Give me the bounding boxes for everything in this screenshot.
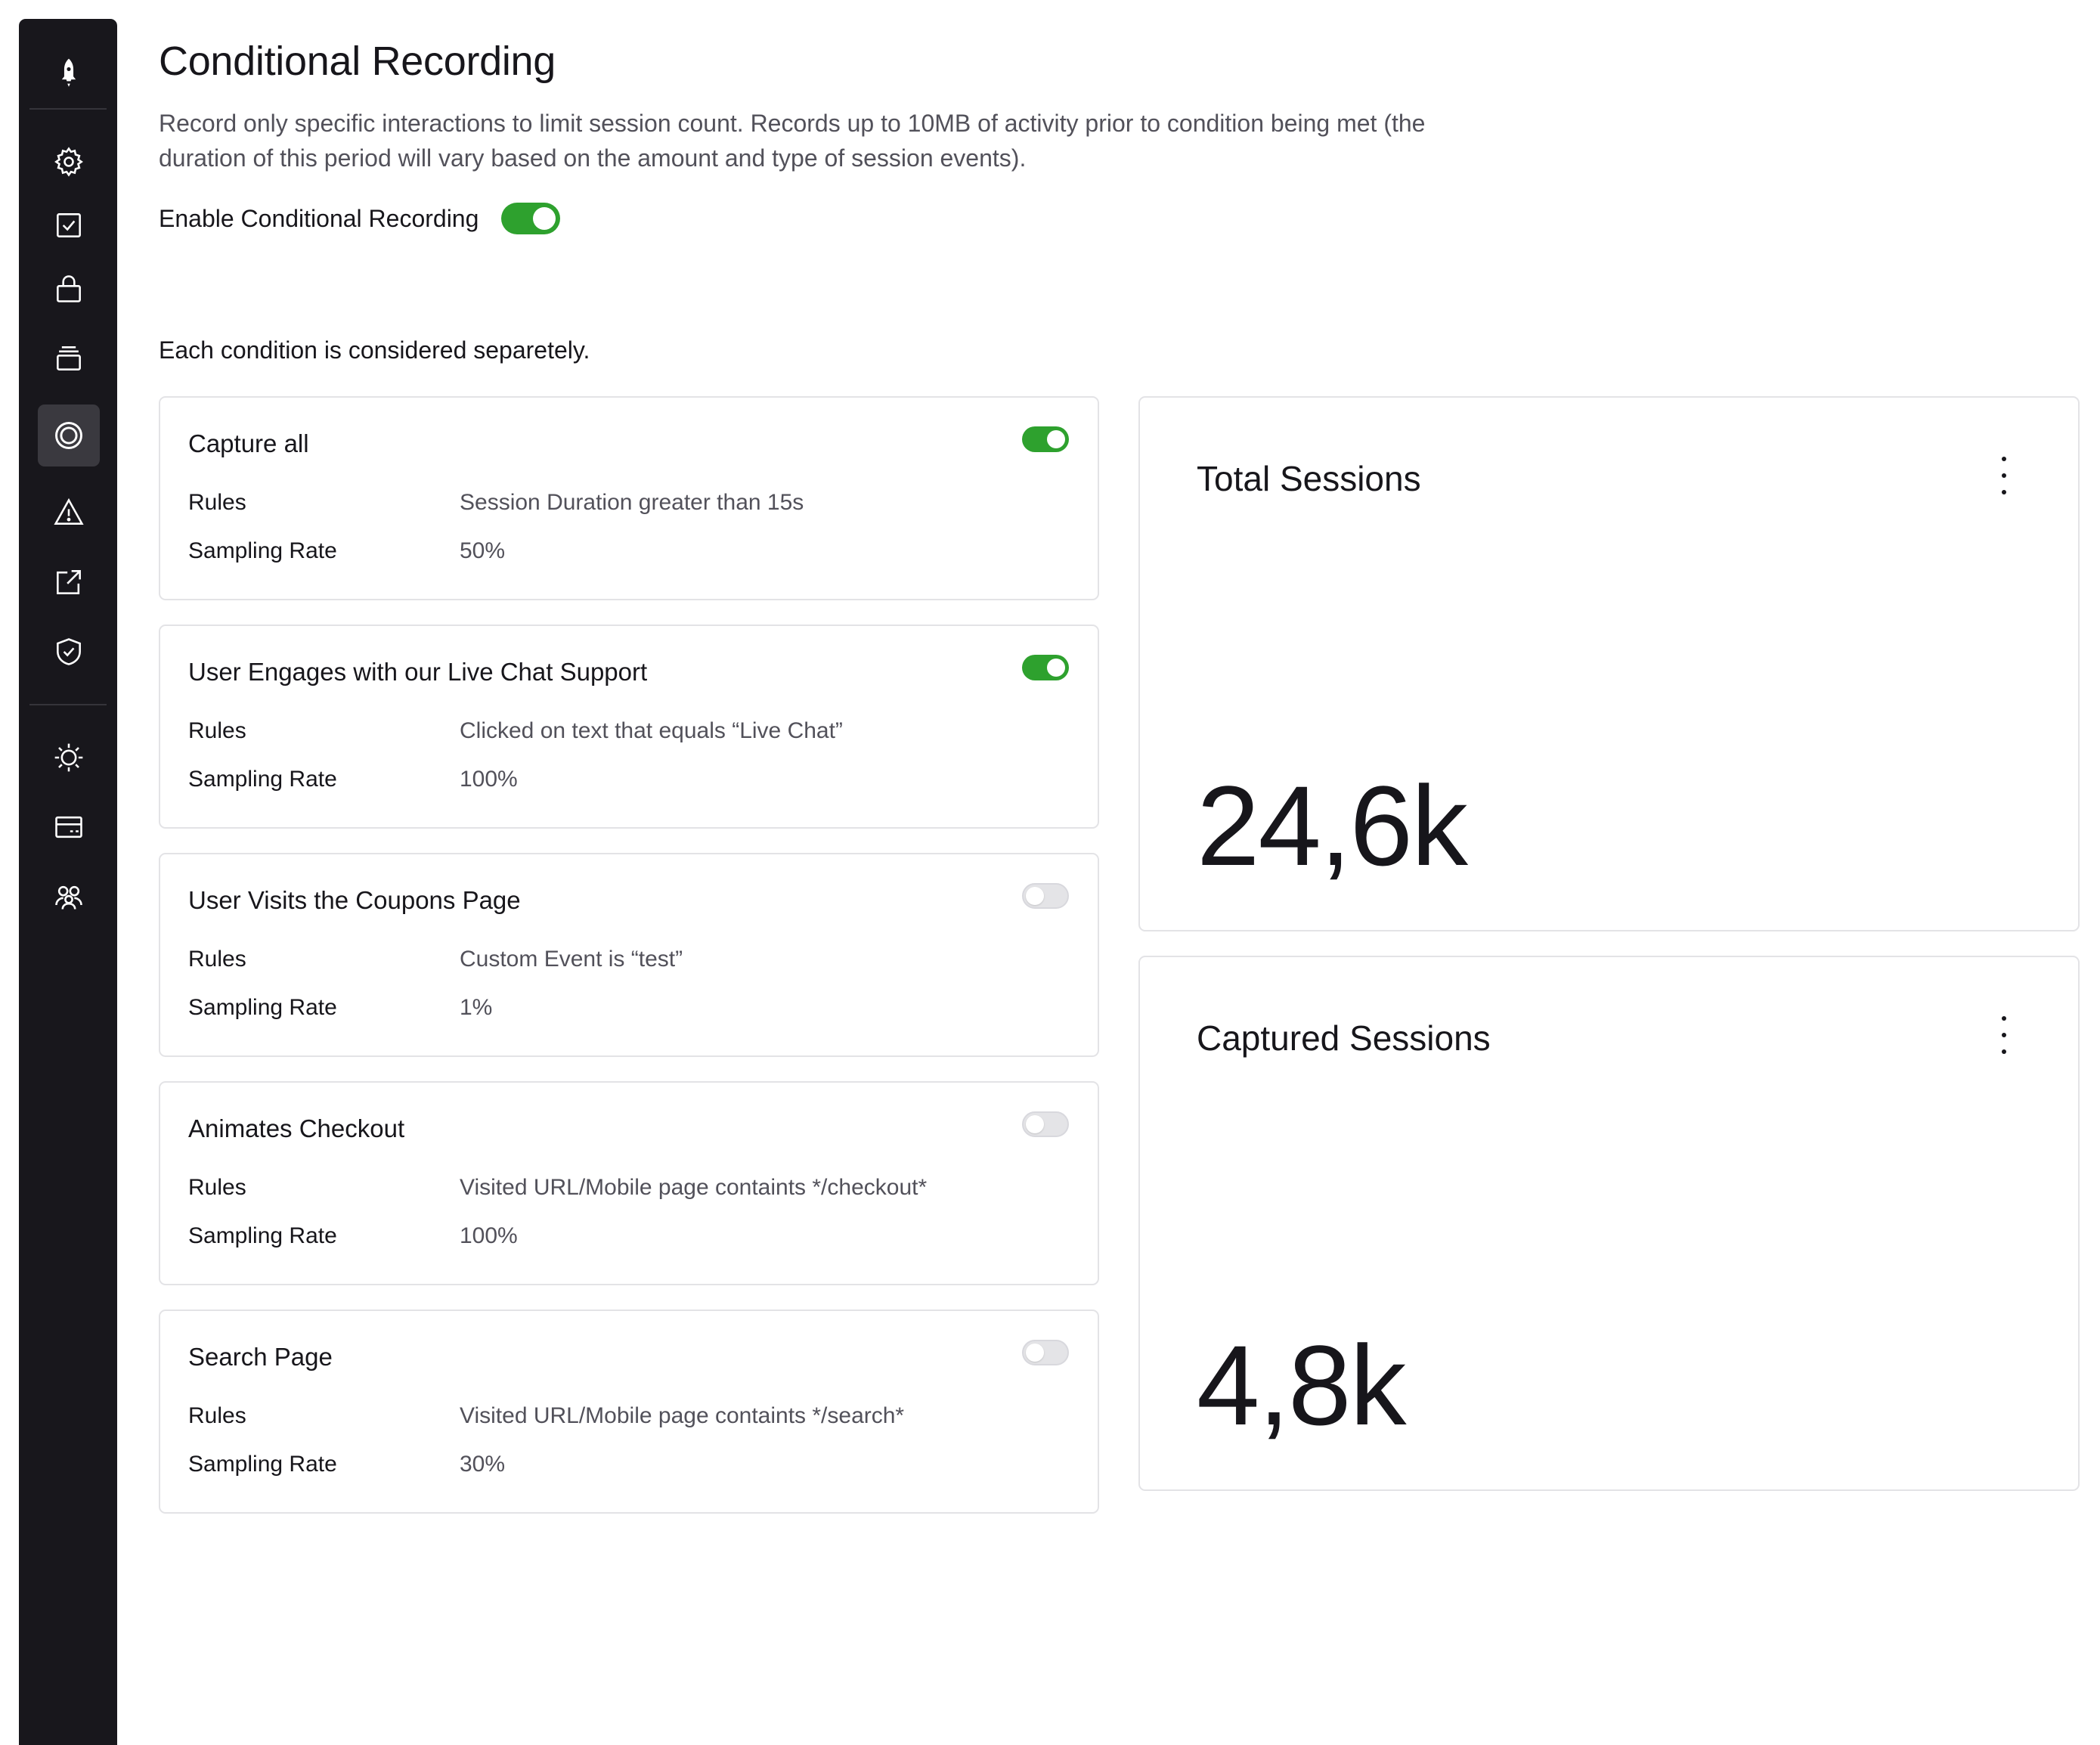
rules-label: Rules bbox=[188, 490, 246, 515]
shield-check-icon[interactable] bbox=[38, 621, 100, 683]
settings-sun-icon[interactable] bbox=[38, 727, 100, 789]
condition-title: Search Page bbox=[188, 1343, 333, 1371]
sampling-label: Sampling Rate bbox=[188, 538, 337, 563]
condition-title: Animates Checkout bbox=[188, 1114, 405, 1142]
warning-icon[interactable] bbox=[38, 482, 100, 544]
condition-toggle[interactable] bbox=[1022, 883, 1069, 909]
sidebar bbox=[19, 19, 117, 1745]
condition-title: User Visits the Coupons Page bbox=[188, 886, 521, 914]
sampling-label: Sampling Rate bbox=[188, 767, 337, 792]
condition-toggle[interactable] bbox=[1022, 1340, 1069, 1365]
rules-value: Visited URL/Mobile page containts */sear… bbox=[460, 1403, 905, 1428]
conditions-note: Each condition is considered separetely. bbox=[159, 336, 590, 364]
metric-value: 4,8k bbox=[1197, 1322, 1407, 1449]
metric-value: 24,6k bbox=[1197, 762, 1468, 889]
total-sessions-card: Total Sessions 24,6k bbox=[1138, 396, 2080, 931]
enable-conditional-recording-toggle[interactable] bbox=[501, 203, 561, 234]
page-title: Conditional Recording bbox=[159, 39, 556, 84]
external-link-icon[interactable] bbox=[38, 551, 100, 613]
sampling-label: Sampling Rate bbox=[188, 1452, 337, 1477]
page-description: Record only specific interactions to lim… bbox=[159, 110, 1426, 172]
rules-value: Visited URL/Mobile page containts */chec… bbox=[460, 1175, 928, 1200]
condition-toggle[interactable] bbox=[1022, 655, 1069, 680]
condition-title: Capture all bbox=[188, 429, 309, 457]
sampling-label: Sampling Rate bbox=[188, 995, 337, 1020]
toggle-knob bbox=[533, 207, 556, 230]
lock-icon[interactable] bbox=[38, 258, 100, 320]
condition-toggle[interactable] bbox=[1022, 426, 1069, 452]
condition-card: User Engages with our Live Chat Support … bbox=[159, 625, 1099, 829]
condition-card: Animates Checkout Rules Visited URL/Mobi… bbox=[159, 1081, 1099, 1285]
enable-label: Enable Conditional Recording bbox=[159, 204, 479, 232]
toggle-knob bbox=[1047, 659, 1065, 677]
gear-icon[interactable] bbox=[38, 131, 100, 193]
condition-card: Capture all Rules Session Duration great… bbox=[159, 396, 1099, 600]
condition-card: Search Page Rules Visited URL/Mobile pag… bbox=[159, 1310, 1099, 1514]
rules-value: Session Duration greater than 15s bbox=[460, 490, 804, 515]
billing-card-icon[interactable] bbox=[38, 796, 100, 858]
rules-value: Clicked on text that equals “Live Chat” bbox=[460, 718, 843, 743]
sampling-value: 100% bbox=[460, 767, 518, 792]
rules-label: Rules bbox=[188, 718, 246, 743]
condition-title: User Engages with our Live Chat Support bbox=[188, 658, 648, 686]
rules-label: Rules bbox=[188, 947, 246, 972]
toggle-knob bbox=[1026, 1344, 1044, 1362]
stack-icon[interactable] bbox=[38, 327, 100, 389]
condition-toggle[interactable] bbox=[1022, 1111, 1069, 1137]
sampling-value: 30% bbox=[460, 1452, 506, 1477]
metric-title: Total Sessions bbox=[1197, 459, 1421, 498]
sidebar-divider bbox=[29, 704, 107, 705]
team-icon[interactable] bbox=[38, 866, 100, 928]
more-options-icon[interactable] bbox=[1996, 457, 2012, 494]
rules-value: Custom Event is “test” bbox=[460, 947, 683, 972]
toggle-knob bbox=[1026, 887, 1044, 905]
more-options-icon[interactable] bbox=[1996, 1016, 2012, 1054]
rocket-icon[interactable] bbox=[38, 42, 100, 104]
checkbox-icon[interactable] bbox=[38, 194, 100, 256]
sampling-value: 50% bbox=[460, 538, 506, 563]
sampling-label: Sampling Rate bbox=[188, 1223, 337, 1248]
metric-title: Captured Sessions bbox=[1197, 1018, 1491, 1058]
sampling-value: 1% bbox=[460, 995, 493, 1020]
sampling-value: 100% bbox=[460, 1223, 518, 1248]
rules-label: Rules bbox=[188, 1175, 246, 1200]
target-icon[interactable] bbox=[38, 404, 100, 466]
condition-card: User Visits the Coupons Page Rules Custo… bbox=[159, 853, 1099, 1057]
toggle-knob bbox=[1026, 1115, 1044, 1133]
sidebar-divider bbox=[29, 108, 107, 110]
rules-label: Rules bbox=[188, 1403, 246, 1428]
captured-sessions-card: Captured Sessions 4,8k bbox=[1138, 956, 2080, 1491]
toggle-knob bbox=[1047, 430, 1065, 448]
enable-row: Enable Conditional Recording bbox=[159, 203, 561, 234]
